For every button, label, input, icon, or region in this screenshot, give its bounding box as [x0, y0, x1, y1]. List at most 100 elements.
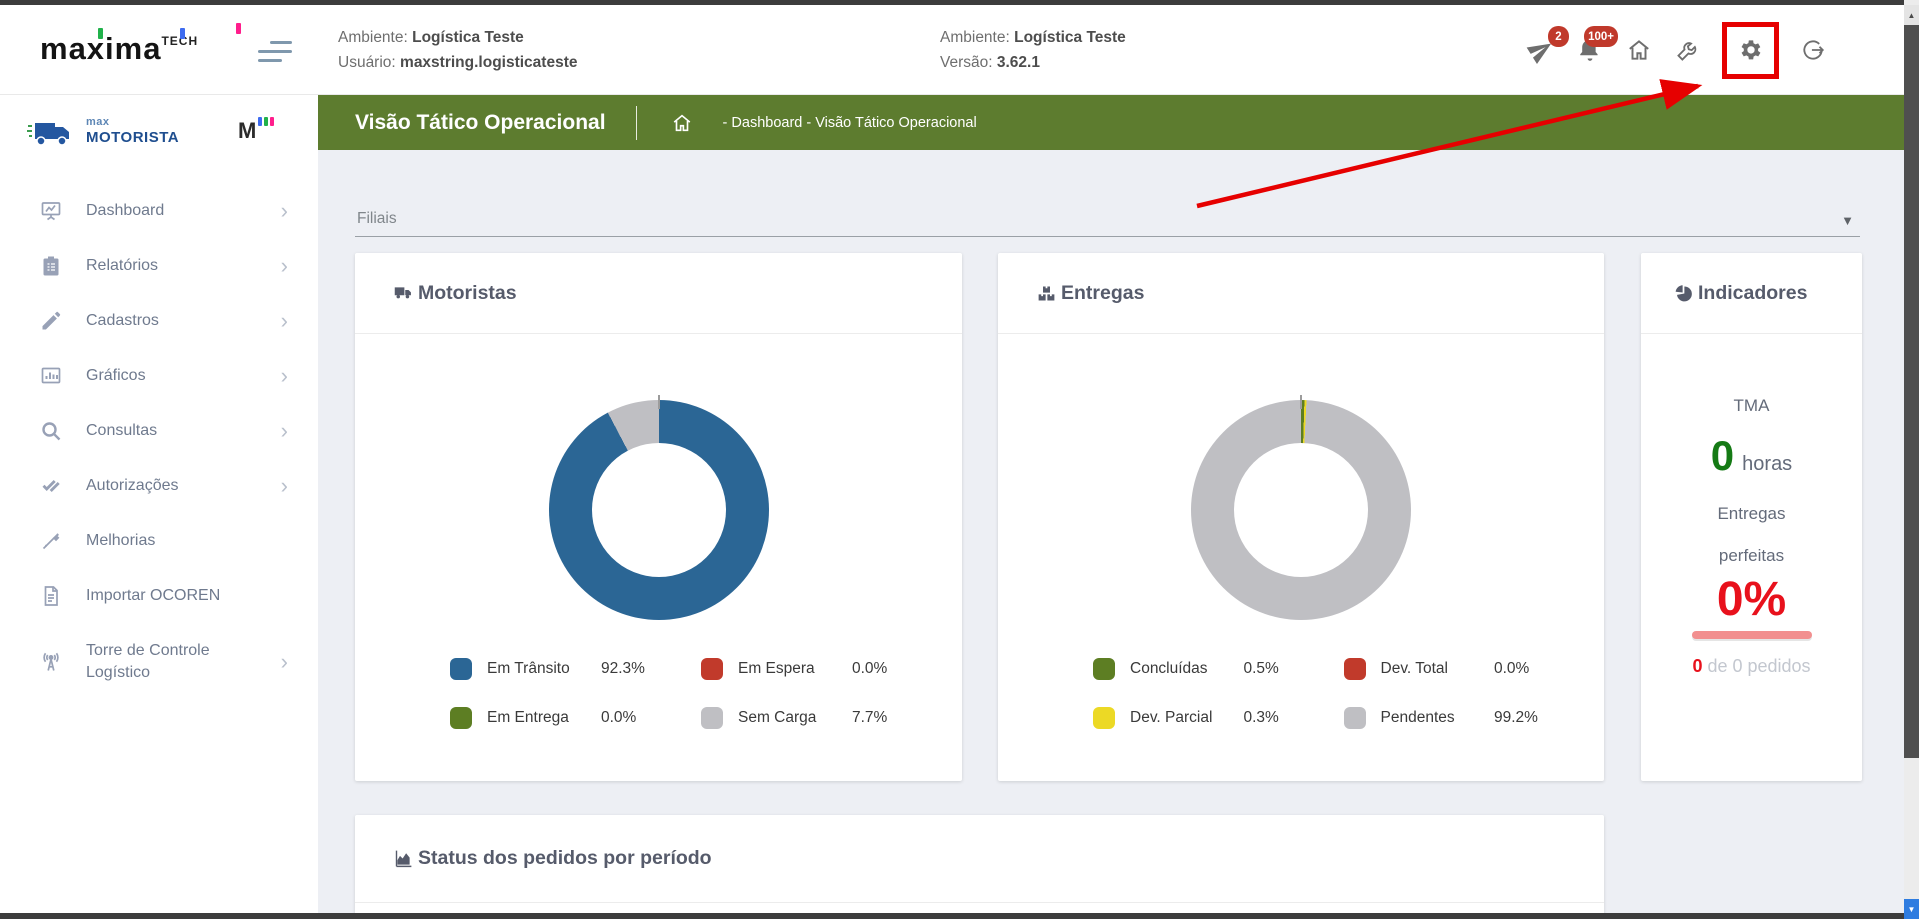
tma-unit: horas — [1742, 453, 1793, 475]
bell-icon[interactable]: 100+ — [1575, 26, 1618, 65]
menu-toggle-icon[interactable] — [258, 41, 298, 67]
wrench-icon[interactable] — [1673, 35, 1703, 65]
home-icon[interactable] — [1624, 35, 1654, 65]
chevron-right-icon: › — [280, 362, 288, 388]
legend-value: 0.0% — [852, 660, 888, 677]
sidebar: max MOTORISTA M Dashboard › Relatórios ›… — [0, 95, 318, 919]
header-actions: 2 100+ — [1526, 17, 1828, 83]
legend-value: 7.7% — [852, 709, 888, 726]
double-check-icon — [38, 473, 64, 499]
gear-icon[interactable] — [1736, 35, 1766, 65]
scrollbar: ▲ ▼ — [1904, 0, 1919, 919]
entregas-legend: Concluídas 0.5% Dev. Total 0.0% Dev. Par… — [1093, 658, 1546, 729]
motoristas-card: Motoristas Em Trânsito 92.3% Em Espera 0… — [355, 253, 962, 781]
brand-main: MOTORISTA — [86, 129, 180, 146]
content-area: Filiais ▼ Motoristas Em Trânsito 92.3% E… — [318, 150, 1904, 919]
legend-item: Pendentes 99.2% — [1343, 707, 1547, 729]
dashboard-icon — [38, 198, 64, 224]
legend-value: 0.0% — [601, 709, 637, 726]
area-chart-icon — [393, 848, 414, 869]
sidebar-item-autorizacoes[interactable]: Autorizações › — [0, 458, 318, 513]
send-badge: 2 — [1548, 26, 1569, 47]
legend-swatch — [450, 658, 472, 680]
card-title: Entregas — [1061, 281, 1145, 304]
logo-tick-pink — [236, 23, 241, 34]
scrollbar-up-button[interactable]: ▲ — [1904, 5, 1919, 25]
legend-swatch — [450, 707, 472, 729]
chevron-right-icon: › — [280, 472, 288, 498]
ambiente-label: Ambiente: — [338, 29, 408, 46]
perfeitas-label: perfeitas — [1718, 546, 1785, 565]
sidebar-item-torre-controle[interactable]: Torre de Controle Logístico › — [0, 623, 318, 701]
sidebar-item-dashboard[interactable]: Dashboard › — [0, 183, 318, 238]
chevron-right-icon: › — [280, 417, 288, 443]
breadcrumb-home-icon[interactable] — [671, 112, 693, 134]
sidebar-item-consultas[interactable]: Consultas › — [0, 403, 318, 458]
ambiente-value-2: Logística Teste — [1014, 29, 1126, 46]
legend-item: Concluídas 0.5% — [1093, 658, 1296, 680]
logo-tick-blue — [180, 28, 185, 39]
legend-swatch — [701, 707, 723, 729]
annotation-highlight-box — [1722, 21, 1779, 79]
card-title: Indicadores — [1698, 281, 1808, 304]
top-header: maximaTECH Ambiente: Logística Teste Usu… — [0, 5, 1904, 95]
legend-value: 92.3% — [601, 660, 645, 677]
filiais-label: Filiais — [357, 210, 397, 227]
legend-label: Em Entrega — [487, 709, 569, 726]
legend-label: Sem Carga — [738, 709, 817, 726]
legend-label: Dev. Parcial — [1130, 709, 1213, 726]
chevron-right-icon: › — [280, 252, 288, 278]
truck-logo-icon — [26, 113, 78, 158]
legend-swatch — [701, 658, 723, 680]
motoristas-donut-chart — [548, 395, 769, 620]
chevron-right-icon: › — [280, 197, 288, 223]
perfect-deliveries-percent: 0% — [1716, 573, 1787, 626]
page-title-bar: Visão Tático Operacional - Dashboard - V… — [318, 95, 1904, 150]
legend-label: Em Trânsito — [487, 660, 570, 677]
pie-chart-icon — [1673, 283, 1694, 304]
legend-value: 0.0% — [1494, 660, 1530, 677]
antenna-icon — [38, 649, 64, 675]
entregas-card: Entregas Concluídas 0.5% Dev. Total 0.0%… — [998, 253, 1604, 781]
sidebar-item-graficos[interactable]: Gráficos › — [0, 348, 318, 403]
chevron-right-icon: › — [280, 649, 288, 674]
filiais-select[interactable]: Filiais ▼ — [355, 195, 1860, 237]
legend-item: Sem Carga 7.7% — [701, 707, 904, 729]
document-icon — [38, 583, 64, 609]
legend-label: Pendentes — [1380, 709, 1455, 726]
scrollbar-thumb[interactable] — [1904, 25, 1919, 758]
maximatech-logo: maximaTECH — [40, 23, 250, 77]
sidebar-item-importar-ocoren[interactable]: Importar OCOREN › — [0, 568, 318, 623]
motoristas-legend: Em Trânsito 92.3% Em Espera 0.0% Em Entr… — [450, 658, 904, 729]
status-pedidos-card: Status dos pedidos por período — [355, 815, 1604, 919]
ambiente-label-2: Ambiente: — [940, 29, 1010, 46]
legend-item: Dev. Parcial 0.3% — [1093, 707, 1296, 729]
card-title: Status dos pedidos por período — [418, 847, 712, 869]
environment-version-info: Ambiente: Logística Teste Versão: 3.62.1 — [940, 25, 1126, 75]
sidebar-item-melhorias[interactable]: Melhorias › — [0, 513, 318, 568]
legend-item: Em Espera 0.0% — [701, 658, 904, 680]
tma-value: 0 — [1710, 432, 1735, 479]
search-icon — [38, 418, 64, 444]
logout-icon[interactable] — [1798, 35, 1828, 65]
legend-value: 99.2% — [1494, 709, 1538, 726]
legend-item: Dev. Total 0.0% — [1343, 658, 1547, 680]
usuario-label: Usuário: — [338, 54, 396, 71]
maxmotorista-logo: max MOTORISTA M — [0, 107, 318, 165]
page-title: Visão Tático Operacional — [355, 110, 606, 134]
boxes-icon — [1036, 283, 1057, 304]
wand-icon — [38, 528, 64, 554]
progress-bar — [1691, 631, 1812, 639]
legend-label: Dev. Total — [1380, 660, 1449, 677]
scrollbar-down-button[interactable]: ▼ — [1904, 899, 1919, 919]
versao-value: 3.62.1 — [996, 54, 1040, 71]
legend-label: Em Espera — [738, 660, 815, 677]
sidebar-item-relatorios[interactable]: Relatórios › — [0, 238, 318, 293]
entregas-donut-chart — [1191, 395, 1411, 620]
ambiente-value: Logística Teste — [412, 29, 524, 46]
legend-swatch — [1343, 658, 1366, 680]
window-top-edge — [0, 0, 1919, 5]
send-icon[interactable]: 2 — [1526, 26, 1569, 65]
sidebar-menu: Dashboard › Relatórios › Cadastros › Grá… — [0, 183, 318, 701]
sidebar-item-cadastros[interactable]: Cadastros › — [0, 293, 318, 348]
